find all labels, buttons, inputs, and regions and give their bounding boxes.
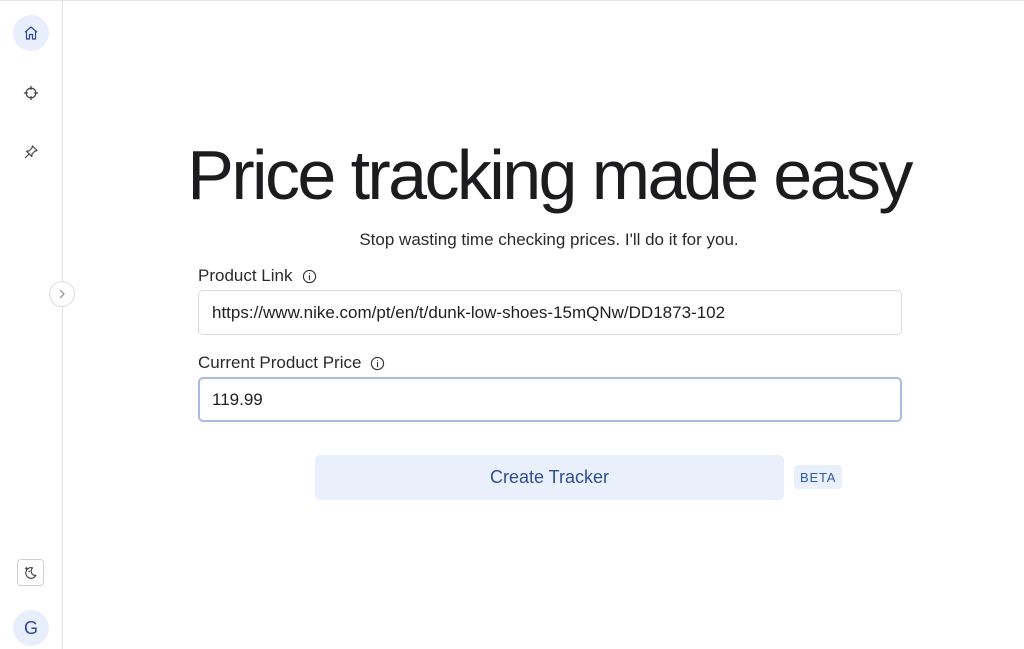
page-subtitle: Stop wasting time checking prices. I'll … (359, 230, 739, 249)
app-window: G Price tracking made easy Stop wasting … (0, 0, 1024, 649)
crosshair-icon (23, 85, 39, 101)
theme-toggle-button[interactable] (17, 559, 44, 586)
product-link-label: Product Link (198, 266, 317, 286)
sidebar-item-track[interactable] (13, 75, 49, 111)
chevron-right-icon (59, 289, 65, 299)
current-price-input[interactable] (198, 377, 902, 422)
info-icon[interactable] (302, 269, 317, 284)
sidebar-item-pinned[interactable] (13, 134, 49, 170)
current-price-label: Current Product Price (198, 353, 385, 373)
home-icon (24, 26, 38, 40)
sidebar-expand-button[interactable] (49, 281, 75, 307)
page-title: Price tracking made easy (187, 136, 913, 214)
sidebar: G (0, 1, 63, 649)
product-link-input[interactable] (198, 290, 902, 335)
beta-badge: BETA (794, 465, 843, 489)
avatar-initial: G (23, 617, 38, 638)
avatar[interactable]: G (13, 610, 49, 646)
sidebar-item-home[interactable] (13, 15, 49, 51)
pin-icon (24, 145, 38, 159)
moon-stars-icon (24, 566, 37, 579)
create-tracker-button[interactable]: Create Tracker (315, 455, 784, 500)
current-price-label-text: Current Product Price (198, 353, 362, 372)
info-icon[interactable] (370, 356, 385, 371)
main-content: Price tracking made easy Stop wasting ti… (63, 1, 1024, 649)
product-link-label-text: Product Link (198, 266, 293, 285)
